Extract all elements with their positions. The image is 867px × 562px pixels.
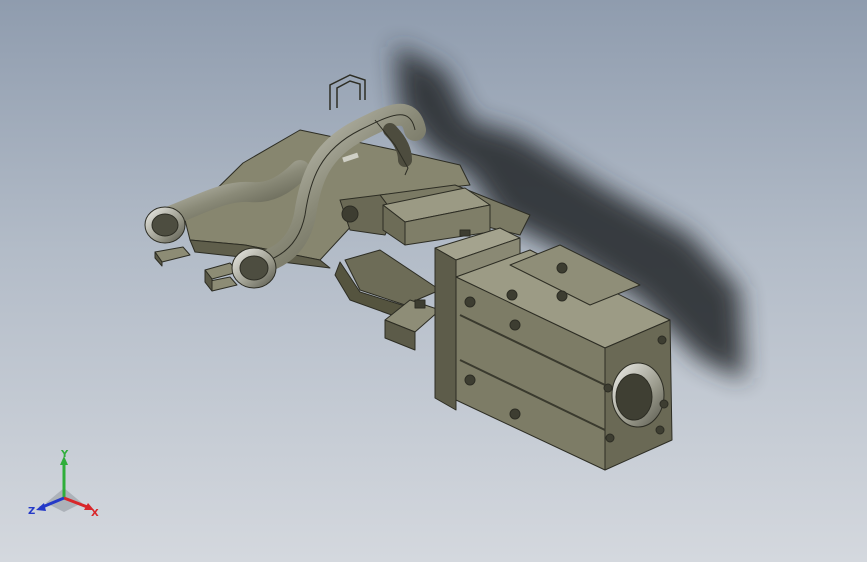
cad-graphics-viewport[interactable]: Y X Z bbox=[0, 0, 867, 562]
z-axis-arrow bbox=[36, 503, 46, 511]
orientation-triad: Y X Z bbox=[26, 448, 106, 528]
x-axis-label: X bbox=[91, 508, 99, 519]
3d-model-view[interactable] bbox=[0, 0, 867, 562]
y-axis-label: Y bbox=[60, 449, 69, 460]
z-axis-label: Z bbox=[28, 506, 35, 517]
